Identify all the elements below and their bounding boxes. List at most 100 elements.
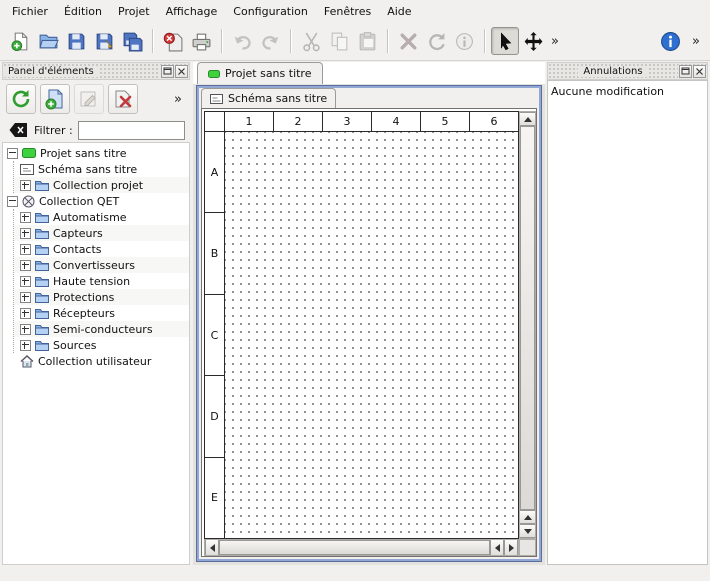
expand-expander-icon[interactable]	[20, 212, 31, 223]
tree-item-label: Automatisme	[53, 211, 127, 224]
paste-button[interactable]	[353, 27, 381, 55]
menu-fichier[interactable]: Fichier	[4, 2, 56, 21]
pointer-icon	[495, 31, 516, 52]
tree-item-recepteurs[interactable]: Récepteurs	[14, 305, 189, 321]
project-tab-icon	[208, 70, 220, 78]
tree-item-convertisseurs[interactable]: Convertisseurs	[14, 257, 189, 273]
dock-close-button[interactable]	[693, 65, 706, 78]
tree-item-label: Semi-conducteurs	[53, 323, 153, 336]
save-all-button[interactable]	[118, 27, 146, 55]
folder-icon	[35, 307, 49, 319]
expand-expander-icon[interactable]	[20, 228, 31, 239]
expand-expander-icon[interactable]	[20, 180, 31, 191]
scroll-up-button-2[interactable]	[520, 510, 535, 524]
tree-item-schema[interactable]: Schéma sans titre	[14, 161, 189, 177]
reload-collections-button[interactable]	[6, 84, 36, 114]
collapse-expander-icon[interactable]	[7, 148, 18, 159]
expand-expander-icon[interactable]	[20, 260, 31, 271]
vertical-scrollbar[interactable]	[519, 111, 536, 539]
tree-item-collection-qet[interactable]: Collection QET	[3, 193, 189, 209]
tree-item-semi-conducteurs[interactable]: Semi-conducteurs	[14, 321, 189, 337]
tree-item-sources[interactable]: Sources	[14, 337, 189, 353]
tree-item-haute-tension[interactable]: Haute tension	[14, 273, 189, 289]
close-file-button[interactable]	[159, 27, 187, 55]
undo-list-item[interactable]: Aucune modification	[551, 83, 704, 99]
info-button[interactable]	[450, 27, 478, 55]
tree-item-contacts[interactable]: Contacts	[14, 241, 189, 257]
open-file-button[interactable]	[34, 27, 62, 55]
scroll-right-button[interactable]	[504, 540, 518, 555]
close-file-icon	[163, 31, 184, 52]
tree-item-collection-projet[interactable]: Collection projet	[14, 177, 189, 193]
toolbar-overflow-chevron-2[interactable]: »	[688, 34, 704, 49]
tree-item-project[interactable]: Projet sans titre	[3, 145, 189, 161]
filter-input[interactable]	[78, 121, 185, 140]
expand-expander-icon[interactable]	[20, 308, 31, 319]
vertical-scroll-track[interactable]	[520, 126, 535, 510]
new-file-icon	[10, 31, 31, 52]
scroll-left-button-2[interactable]	[490, 540, 504, 555]
toolbar-overflow-chevron[interactable]: »	[547, 34, 563, 49]
tree-item-collection-utilisateur[interactable]: Collection utilisateur	[3, 353, 189, 369]
redo-button[interactable]	[256, 27, 284, 55]
drawing-grid[interactable]	[225, 132, 518, 538]
tab-schema-sans-titre[interactable]: Schéma sans titre	[201, 88, 336, 108]
filter-row: Filtrer :	[2, 118, 190, 142]
save-as-button[interactable]	[90, 27, 118, 55]
elements-panel-titlebar[interactable]: Panel d'éléments	[2, 62, 190, 80]
about-button[interactable]	[656, 27, 684, 55]
tree-item-automatisme[interactable]: Automatisme	[14, 209, 189, 225]
open-folder-icon	[38, 31, 59, 52]
save-button[interactable]	[62, 27, 90, 55]
horizontal-scroll-thumb[interactable]	[219, 540, 490, 555]
copy-button[interactable]	[325, 27, 353, 55]
undo-dock-titlebar[interactable]: Annulations	[547, 62, 708, 80]
tree-item-label: Collection utilisateur	[38, 355, 151, 368]
copy-icon	[329, 31, 350, 52]
cut-button[interactable]	[297, 27, 325, 55]
menu-configuration[interactable]: Configuration	[225, 2, 316, 21]
folder-icon	[35, 179, 49, 191]
menu-aide[interactable]: Aide	[379, 2, 419, 21]
tree-item-protections[interactable]: Protections	[14, 289, 189, 305]
clear-filter-button[interactable]	[7, 121, 29, 140]
dock-close-button[interactable]	[175, 65, 188, 78]
dock-float-button[interactable]	[161, 65, 174, 78]
delete-element-button[interactable]	[108, 84, 138, 114]
tree-item-capteurs[interactable]: Capteurs	[14, 225, 189, 241]
expand-expander-icon[interactable]	[20, 244, 31, 255]
menu-fenetres[interactable]: Fenêtres	[316, 2, 379, 21]
expand-expander-icon[interactable]	[20, 340, 31, 351]
arrow-up-icon	[524, 117, 532, 122]
new-element-icon	[44, 88, 66, 110]
print-button[interactable]	[187, 27, 215, 55]
toolbar-separator	[484, 29, 485, 53]
expand-expander-icon[interactable]	[20, 276, 31, 287]
expand-expander-icon[interactable]	[20, 324, 31, 335]
tab-projet-sans-titre[interactable]: Projet sans titre	[197, 62, 323, 84]
undo-button[interactable]	[228, 27, 256, 55]
panel-overflow-chevron[interactable]: »	[170, 92, 186, 107]
schema-view[interactable]: 1 2 3 4 5 6 A B C D E	[201, 108, 537, 557]
select-tool-button[interactable]	[491, 27, 519, 55]
undo-history-list[interactable]: Aucune modification	[547, 80, 708, 565]
collapse-expander-icon[interactable]	[7, 196, 18, 207]
scroll-down-button[interactable]	[520, 524, 535, 538]
dock-float-button[interactable]	[679, 65, 692, 78]
move-tool-button[interactable]	[519, 27, 547, 55]
horizontal-scroll-track[interactable]	[219, 540, 490, 555]
scroll-up-button[interactable]	[520, 112, 535, 126]
expand-expander-icon[interactable]	[20, 292, 31, 303]
scroll-left-button[interactable]	[205, 540, 219, 555]
menu-edition[interactable]: Édition	[56, 2, 110, 21]
edit-element-button[interactable]	[74, 84, 104, 114]
new-element-button[interactable]	[40, 84, 70, 114]
new-file-button[interactable]	[6, 27, 34, 55]
vertical-scroll-thumb[interactable]	[520, 126, 535, 510]
elements-panel-title: Panel d'éléments	[3, 66, 99, 77]
menu-affichage[interactable]: Affichage	[158, 2, 226, 21]
rotate-button[interactable]	[422, 27, 450, 55]
menu-projet[interactable]: Projet	[110, 2, 158, 21]
horizontal-scrollbar[interactable]	[204, 539, 519, 556]
delete-button[interactable]	[394, 27, 422, 55]
